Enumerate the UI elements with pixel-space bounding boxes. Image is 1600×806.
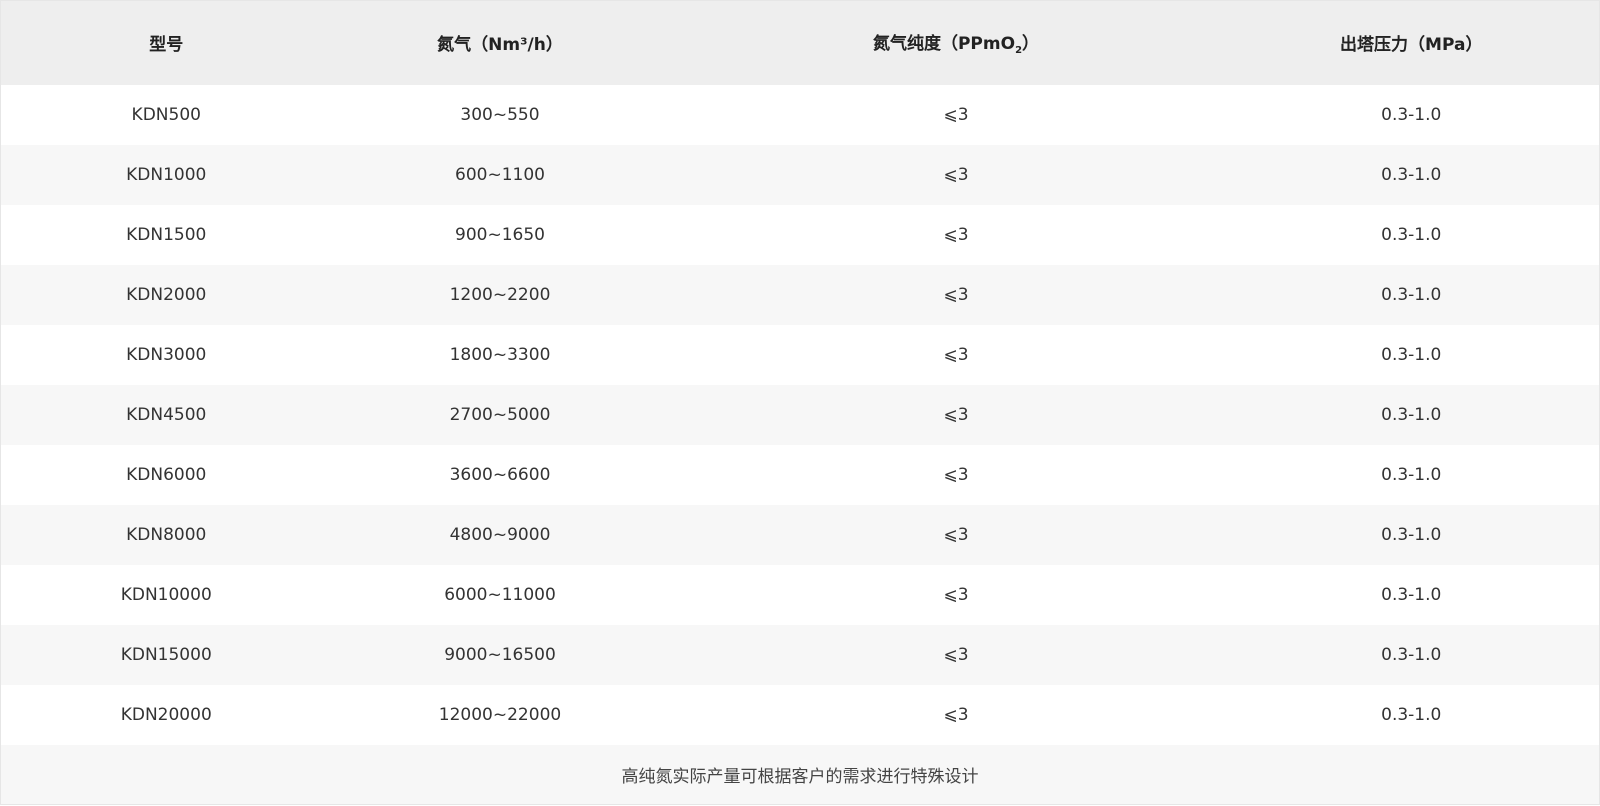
cell-pressure: 0.3-1.0 bbox=[1381, 164, 1442, 185]
cell-pressure: 0.3-1.0 bbox=[1381, 464, 1442, 485]
table-row: KDN8000 4800~9000 ⩽3 0.3-1.0 bbox=[0, 504, 1600, 565]
cell-nitrogen-flow: 600~1100 bbox=[455, 164, 545, 185]
cell-model: KDN1000 bbox=[126, 164, 207, 185]
cell-pressure: 0.3-1.0 bbox=[1381, 344, 1442, 365]
cell-model: KDN1500 bbox=[126, 224, 207, 245]
cell-purity: ⩽3 bbox=[943, 464, 969, 485]
cell-nitrogen-flow: 1800~3300 bbox=[449, 344, 551, 365]
header-nitrogen-flow: 氮气（Nm³/h） bbox=[437, 35, 563, 56]
table-row: KDN500 300~550 ⩽3 0.3-1.0 bbox=[0, 84, 1600, 145]
cell-nitrogen-flow: 900~1650 bbox=[455, 224, 545, 245]
cell-nitrogen-flow: 2700~5000 bbox=[449, 404, 551, 425]
cell-purity: ⩽3 bbox=[943, 104, 969, 125]
header-row: 型号 氮气（Nm³/h） 氮气纯度（PPmO2） 出塔压力（MPa） bbox=[0, 0, 1600, 85]
cell-pressure: 0.3-1.0 bbox=[1381, 524, 1442, 545]
table-header: 型号 氮气（Nm³/h） 氮气纯度（PPmO2） 出塔压力（MPa） bbox=[0, 0, 1600, 85]
cell-pressure: 0.3-1.0 bbox=[1381, 404, 1442, 425]
cell-model: KDN4500 bbox=[126, 404, 207, 425]
header-purity-text: 氮气纯度（PPmO bbox=[872, 34, 1016, 55]
table-row: KDN4500 2700~5000 ⩽3 0.3-1.0 bbox=[0, 384, 1600, 445]
header-model: 型号 bbox=[149, 35, 184, 56]
cell-model: KDN2000 bbox=[126, 284, 207, 305]
table-row: KDN20000 12000~22000 ⩽3 0.3-1.0 bbox=[0, 684, 1600, 745]
cell-nitrogen-flow: 9000~16500 bbox=[444, 644, 556, 665]
cell-purity: ⩽3 bbox=[943, 524, 969, 545]
table-row: KDN2000 1200~2200 ⩽3 0.3-1.0 bbox=[0, 264, 1600, 325]
header-purity-close: ） bbox=[1022, 34, 1040, 55]
cell-nitrogen-flow: 12000~22000 bbox=[438, 704, 562, 725]
cell-pressure: 0.3-1.0 bbox=[1381, 224, 1442, 245]
cell-purity: ⩽3 bbox=[943, 704, 969, 725]
cell-nitrogen-flow: 300~550 bbox=[460, 104, 540, 125]
cell-purity: ⩽3 bbox=[943, 224, 969, 245]
cell-nitrogen-flow: 4800~9000 bbox=[449, 524, 551, 545]
cell-nitrogen-flow: 1200~2200 bbox=[449, 284, 551, 305]
table-row: KDN6000 3600~6600 ⩽3 0.3-1.0 bbox=[0, 444, 1600, 505]
header-purity-subscript: 2 bbox=[1015, 45, 1023, 57]
cell-model: KDN20000 bbox=[120, 704, 212, 725]
cell-model: KDN15000 bbox=[120, 644, 212, 665]
cell-purity: ⩽3 bbox=[943, 164, 969, 185]
cell-model: KDN3000 bbox=[126, 344, 207, 365]
table-note-row: 高纯氮实际产量可根据客户的需求进行特殊设计 bbox=[0, 744, 1600, 805]
cell-nitrogen-flow: 3600~6600 bbox=[449, 464, 551, 485]
table-row: KDN3000 1800~3300 ⩽3 0.3-1.0 bbox=[0, 324, 1600, 385]
cell-purity: ⩽3 bbox=[943, 644, 969, 665]
cell-pressure: 0.3-1.0 bbox=[1381, 104, 1442, 125]
cell-nitrogen-flow: 6000~11000 bbox=[444, 584, 556, 605]
header-outlet-pressure: 出塔压力（MPa） bbox=[1340, 35, 1483, 56]
cell-model: KDN10000 bbox=[120, 584, 212, 605]
table-row: KDN1500 900~1650 ⩽3 0.3-1.0 bbox=[0, 204, 1600, 265]
table-row: KDN1000 600~1100 ⩽3 0.3-1.0 bbox=[0, 144, 1600, 205]
table-row: KDN15000 9000~16500 ⩽3 0.3-1.0 bbox=[0, 624, 1600, 685]
cell-pressure: 0.3-1.0 bbox=[1381, 284, 1442, 305]
table-note: 高纯氮实际产量可根据客户的需求进行特殊设计 bbox=[621, 766, 979, 787]
cell-pressure: 0.3-1.0 bbox=[1381, 644, 1442, 665]
spec-table-container: 型号 氮气（Nm³/h） 氮气纯度（PPmO2） 出塔压力（MPa） KDN50… bbox=[0, 0, 1600, 806]
cell-purity: ⩽3 bbox=[943, 284, 969, 305]
cell-model: KDN6000 bbox=[126, 464, 207, 485]
header-nitrogen-purity: 氮气纯度（PPmO2） bbox=[649, 1, 1224, 85]
cell-pressure: 0.3-1.0 bbox=[1381, 704, 1442, 725]
cell-model: KDN500 bbox=[131, 104, 201, 125]
nitrogen-spec-table: 型号 氮气（Nm³/h） 氮气纯度（PPmO2） 出塔压力（MPa） KDN50… bbox=[0, 0, 1600, 805]
table-row: KDN10000 6000~11000 ⩽3 0.3-1.0 bbox=[0, 564, 1600, 625]
table-body: KDN500 300~550 ⩽3 0.3-1.0 KDN1000 600~1100 ⩽3 0… bbox=[0, 84, 1600, 805]
cell-purity: ⩽3 bbox=[943, 404, 969, 425]
cell-purity: ⩽3 bbox=[943, 344, 969, 365]
cell-pressure: 0.3-1.0 bbox=[1381, 584, 1442, 605]
cell-model: KDN8000 bbox=[126, 524, 207, 545]
cell-purity: ⩽3 bbox=[943, 584, 969, 605]
